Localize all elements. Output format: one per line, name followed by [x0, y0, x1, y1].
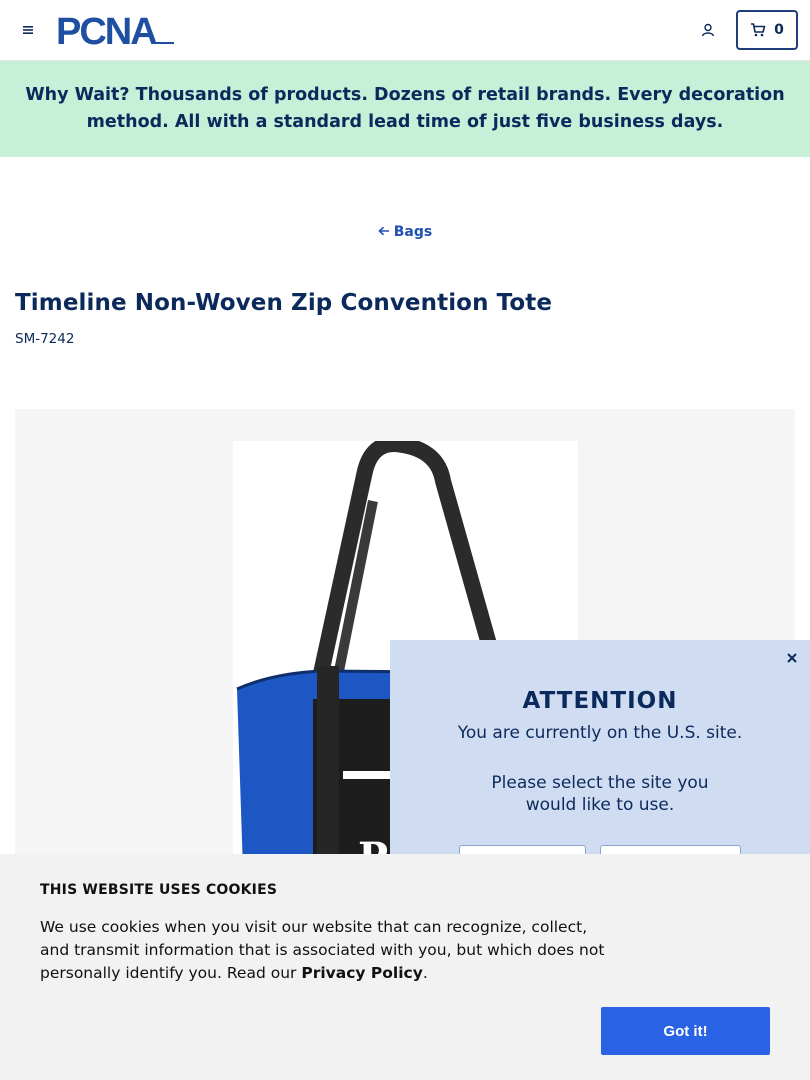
- cart-button[interactable]: 0: [736, 10, 798, 50]
- cart-count: 0: [774, 22, 784, 38]
- close-icon: [787, 653, 797, 663]
- privacy-policy-link[interactable]: Privacy Policy: [301, 964, 423, 982]
- hamburger-menu-button[interactable]: [18, 20, 38, 40]
- current-site-text: You are currently on the U.S. site.: [457, 723, 743, 743]
- pcna-logo[interactable]: PCNA: [56, 11, 178, 53]
- site-selection-modal: ATTENTION You are currently on the U.S. …: [390, 640, 810, 885]
- modal-heading: ATTENTION: [522, 688, 678, 714]
- cookie-suffix: .: [422, 964, 428, 982]
- promo-banner-text: Why Wait? Thousands of products. Dozens …: [25, 85, 785, 132]
- site-prompt-text: Please select the site you would like to…: [491, 773, 709, 815]
- user-icon: [701, 23, 715, 37]
- account-button[interactable]: [697, 19, 719, 41]
- accept-cookies-button[interactable]: Got it!: [601, 1007, 770, 1055]
- hamburger-icon: [23, 26, 33, 34]
- cookie-banner: THIS WEBSITE USES COOKIES We use cookies…: [0, 854, 810, 1080]
- cookie-heading: THIS WEBSITE USES COOKIES: [40, 882, 278, 898]
- logo-graphic: PCNA: [56, 11, 174, 53]
- close-modal-button[interactable]: [784, 650, 800, 666]
- back-link-label: Bags: [393, 224, 433, 240]
- arrow-left-icon: [378, 224, 390, 240]
- back-to-category-link[interactable]: Bags: [0, 224, 810, 240]
- promo-banner: Why Wait? Thousands of products. Dozens …: [0, 61, 810, 157]
- cart-icon: [751, 23, 766, 37]
- site-header: PCNA 0: [0, 0, 810, 61]
- cookie-text: We use cookies when you visit our websit…: [40, 916, 610, 985]
- product-sku: SM-7242: [15, 331, 75, 347]
- product-title: Timeline Non-Woven Zip Convention Tote: [15, 290, 553, 316]
- logo-text: PCNA: [56, 12, 157, 48]
